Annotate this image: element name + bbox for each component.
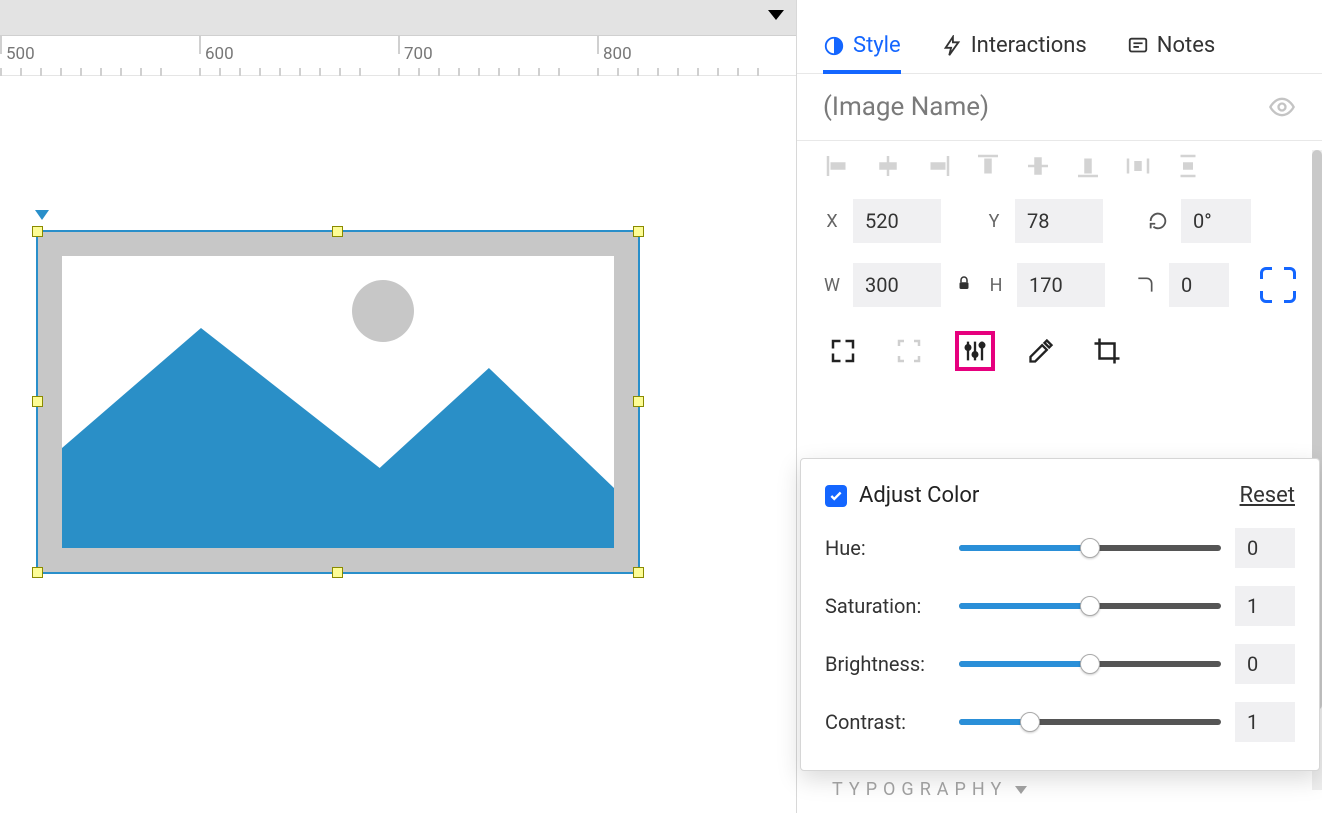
position-row: X 520 Y 78 0°	[797, 189, 1322, 253]
reset-button[interactable]: Reset	[1240, 483, 1295, 508]
resize-handle-bottom-middle[interactable]	[332, 567, 343, 578]
tab-notes[interactable]: Notes	[1127, 18, 1215, 73]
fit-expand-button[interactable]	[823, 331, 863, 371]
rotation-icon	[1147, 210, 1169, 232]
hue-slider[interactable]	[959, 538, 1221, 558]
lightning-icon	[941, 35, 963, 57]
contrast-slider[interactable]	[959, 712, 1221, 732]
align-center-h-icon[interactable]	[873, 151, 903, 181]
distribute-h-icon[interactable]	[1123, 151, 1153, 181]
top-toolbar	[0, 0, 796, 36]
placeholder-mountains-icon	[62, 328, 614, 548]
typography-label: TYPOGRAPHY	[832, 779, 1007, 800]
resize-handle-top-right[interactable]	[633, 226, 644, 237]
focus-corners-button[interactable]	[889, 331, 929, 371]
align-left-icon[interactable]	[823, 151, 853, 181]
tab-style[interactable]: Style	[823, 18, 901, 73]
size-row: W 300 H 170 0	[797, 253, 1322, 317]
color-picker-button[interactable]	[1021, 331, 1061, 371]
ruler-label: 500	[6, 44, 35, 64]
align-top-icon[interactable]	[973, 151, 1003, 181]
focus-frame-icon[interactable]	[1260, 267, 1296, 303]
horizontal-ruler: 500 600 700 800	[0, 36, 796, 76]
resize-handle-bottom-right[interactable]	[633, 567, 644, 578]
ruler-label: 600	[205, 44, 234, 64]
width-input[interactable]: 300	[853, 263, 941, 307]
widget-name-input[interactable]: (Image Name)	[823, 92, 1268, 122]
adjust-color-title: Adjust Color	[859, 483, 1240, 508]
hue-value[interactable]: 0	[1235, 528, 1295, 568]
resize-handle-middle-right[interactable]	[633, 396, 644, 407]
align-right-icon[interactable]	[923, 151, 953, 181]
crop-button[interactable]	[1087, 331, 1127, 371]
tab-interactions[interactable]: Interactions	[941, 18, 1087, 73]
y-label: Y	[985, 211, 1003, 232]
w-label: W	[823, 275, 841, 296]
saturation-row: Saturation: 1	[825, 586, 1295, 626]
x-label: X	[823, 211, 841, 232]
brightness-slider[interactable]	[959, 654, 1221, 674]
tab-notes-label: Notes	[1157, 33, 1215, 58]
brightness-row: Brightness: 0	[825, 644, 1295, 684]
alignment-toolbar	[797, 141, 1322, 189]
ruler-label: 800	[603, 44, 632, 64]
tab-interactions-label: Interactions	[971, 33, 1087, 58]
saturation-label: Saturation:	[825, 594, 945, 618]
ruler-label: 700	[404, 44, 433, 64]
canvas-area[interactable]	[0, 76, 796, 813]
selected-image-widget[interactable]	[36, 230, 640, 574]
brightness-value[interactable]: 0	[1235, 644, 1295, 684]
rotation-indicator-icon[interactable]	[35, 210, 49, 220]
distribute-v-icon[interactable]	[1173, 151, 1203, 181]
contrast-row: Contrast: 1	[825, 702, 1295, 742]
align-center-v-icon[interactable]	[1023, 151, 1053, 181]
chevron-down-icon	[1015, 786, 1027, 794]
lock-aspect-icon[interactable]	[953, 273, 975, 297]
h-label: H	[987, 275, 1005, 296]
x-input[interactable]: 520	[853, 199, 941, 243]
widget-name-row: (Image Name)	[797, 74, 1322, 141]
resize-handle-middle-left[interactable]	[32, 396, 43, 407]
align-bottom-icon[interactable]	[1073, 151, 1103, 181]
height-input[interactable]: 170	[1017, 263, 1105, 307]
saturation-slider[interactable]	[959, 596, 1221, 616]
notes-icon	[1127, 35, 1149, 57]
adjust-color-button[interactable]	[955, 331, 995, 371]
style-icon	[823, 35, 845, 57]
contrast-value[interactable]: 1	[1235, 702, 1295, 742]
tab-style-label: Style	[853, 33, 901, 58]
rotation-input[interactable]: 0°	[1181, 199, 1251, 243]
resize-handle-top-left[interactable]	[32, 226, 43, 237]
brightness-label: Brightness:	[825, 652, 945, 676]
resize-handle-bottom-left[interactable]	[32, 567, 43, 578]
corner-radius-input[interactable]: 0	[1169, 263, 1229, 307]
corner-radius-icon	[1135, 275, 1157, 295]
resize-handle-top-middle[interactable]	[332, 226, 343, 237]
saturation-value[interactable]: 1	[1235, 586, 1295, 626]
visibility-icon[interactable]	[1268, 93, 1296, 121]
image-placeholder	[62, 256, 614, 548]
adjust-color-popup: Adjust Color Reset Hue: 0 Saturation: 1 …	[800, 458, 1320, 771]
inspector-tabs: Style Interactions Notes	[797, 0, 1322, 74]
image-tool-row	[797, 317, 1322, 391]
hue-row: Hue: 0	[825, 528, 1295, 568]
adjust-color-checkbox[interactable]	[825, 485, 847, 507]
contrast-label: Contrast:	[825, 710, 945, 734]
y-input[interactable]: 78	[1015, 199, 1103, 243]
toolbar-dropdown-caret-icon[interactable]	[768, 10, 784, 20]
hue-label: Hue:	[825, 536, 945, 560]
typography-section-header[interactable]: TYPOGRAPHY	[832, 779, 1027, 800]
